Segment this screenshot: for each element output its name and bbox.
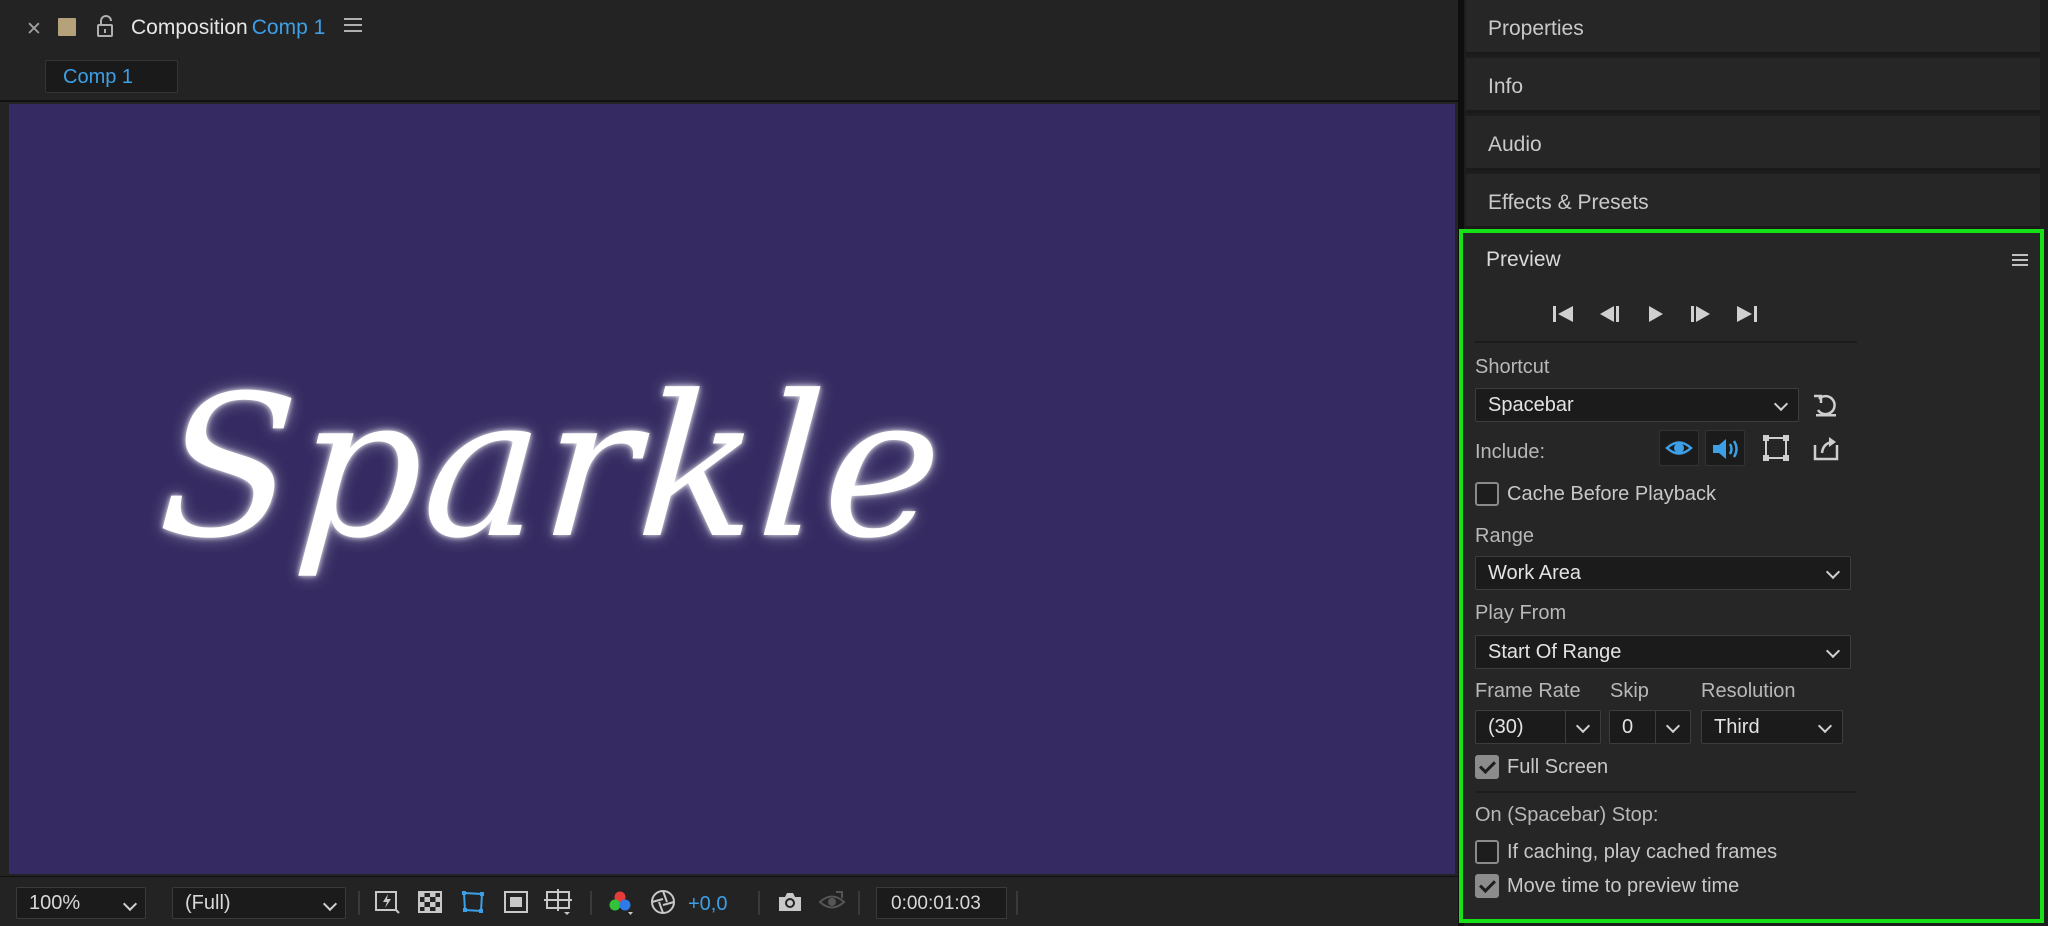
range-label: Range [1475,525,1534,547]
viewer-footer-toolbar: 100% (Full) +0,0 0:00:01:03 [0,876,1458,926]
export-icon[interactable] [1811,433,1841,463]
eye-icon [1665,441,1693,455]
frame-rate-value: (30) [1488,716,1524,738]
speaker-icon [1713,439,1738,459]
snapshot-icon[interactable] [776,888,804,916]
cache-before-playback-label: Cache Before Playback [1507,483,1717,505]
panel-properties-label: Properties [1488,17,1584,40]
guides-grid-icon[interactable] [544,888,572,916]
play-from-select[interactable]: Start Of Range [1475,635,1851,669]
skip-label: Skip [1610,680,1649,702]
include-label: Include: [1475,441,1546,463]
if-caching-checkbox[interactable] [1475,840,1499,864]
full-screen-checkbox[interactable] [1475,755,1499,779]
move-time-label: Move time to preview time [1507,875,1740,897]
comp-navigator-row: Comp 1 [0,58,1458,102]
if-caching-label: If caching, play cached frames [1507,841,1778,863]
preview-panel: Preview Shortcut Spacebar Include: Cache… [1459,229,2044,923]
include-audio-toggle[interactable] [1705,430,1745,466]
cache-before-playback-checkbox[interactable] [1475,482,1499,506]
current-time-display[interactable]: 0:00:01:03 [876,887,1007,919]
panel-effects-presets[interactable]: Effects & Presets [1466,174,2040,229]
resolution-label: Resolution [1701,680,1796,702]
preview-title: Preview [1486,248,1561,271]
reset-exposure-icon[interactable] [649,888,677,916]
move-time-checkbox[interactable] [1475,874,1499,898]
include-overlays-icon[interactable] [1761,433,1791,463]
previous-frame-icon[interactable] [1595,301,1623,327]
panel-audio-label: Audio [1488,133,1542,156]
fast-previews-icon[interactable] [374,888,402,916]
shortcut-value: Spacebar [1488,394,1574,416]
region-of-interest-icon[interactable] [502,888,530,916]
resolution-value: (Full) [185,892,231,914]
frame-rate-label: Frame Rate [1475,680,1581,702]
panel-info[interactable]: Info [1466,58,2040,113]
tab-prefix: Composition [131,16,248,39]
last-frame-icon[interactable] [1733,301,1761,327]
panel-effects-presets-label: Effects & Presets [1488,191,1649,214]
play-from-label: Play From [1475,602,1567,624]
resolution-preview-value: Third [1714,716,1760,738]
play-icon[interactable] [1641,301,1669,327]
preview-menu-icon[interactable] [2012,254,2028,268]
zoom-value: 100% [29,892,81,914]
skip-select[interactable]: 0 [1609,710,1691,744]
full-screen-label: Full Screen [1507,756,1609,778]
tab-comp-name: Comp 1 [251,16,326,39]
composition-tab-title[interactable]: Composition Comp 1 [131,16,325,40]
frame-rate-select[interactable]: (30) [1475,710,1601,744]
first-frame-icon[interactable] [1549,301,1577,327]
shortcut-label: Shortcut [1475,356,1550,378]
panel-audio[interactable]: Audio [1466,116,2040,171]
lock-icon[interactable] [95,14,117,38]
resolution-select[interactable]: (Full) [172,887,346,919]
viewer-sparkle-text: Sparkle [153,354,951,582]
show-snapshot-icon[interactable] [818,888,846,916]
panel-properties[interactable]: Properties [1466,0,2040,55]
stop-label: On (Spacebar) Stop: [1475,804,1659,826]
mask-visibility-icon[interactable] [459,888,487,916]
range-select[interactable]: Work Area [1475,556,1851,590]
resolution-preview-select[interactable]: Third [1701,710,1843,744]
panel-menu-icon[interactable] [344,18,362,34]
include-video-toggle[interactable] [1659,430,1699,466]
close-tab-icon[interactable]: ✕ [26,18,42,41]
composition-tab-bar: ✕ Composition Comp 1 [0,0,1458,58]
comp-color-swatch[interactable] [58,18,76,36]
composition-viewer[interactable]: Sparkle [9,104,1455,874]
skip-value: 0 [1622,716,1634,738]
transparency-grid-icon[interactable] [416,888,444,916]
composition-panel: ✕ Composition Comp 1 Comp 1 Sparkle 100% … [0,0,1458,926]
shortcut-select[interactable]: Spacebar [1475,388,1799,422]
panel-info-label: Info [1488,75,1524,98]
color-channels-icon[interactable] [606,888,634,916]
comp-chip[interactable]: Comp 1 [45,60,178,93]
exposure-value[interactable]: +0,0 [688,893,727,916]
play-from-value: Start Of Range [1488,641,1622,663]
zoom-select[interactable]: 100% [16,887,146,919]
reset-shortcut-icon[interactable] [1811,390,1841,420]
next-frame-icon[interactable] [1687,301,1715,327]
range-value: Work Area [1488,562,1581,584]
